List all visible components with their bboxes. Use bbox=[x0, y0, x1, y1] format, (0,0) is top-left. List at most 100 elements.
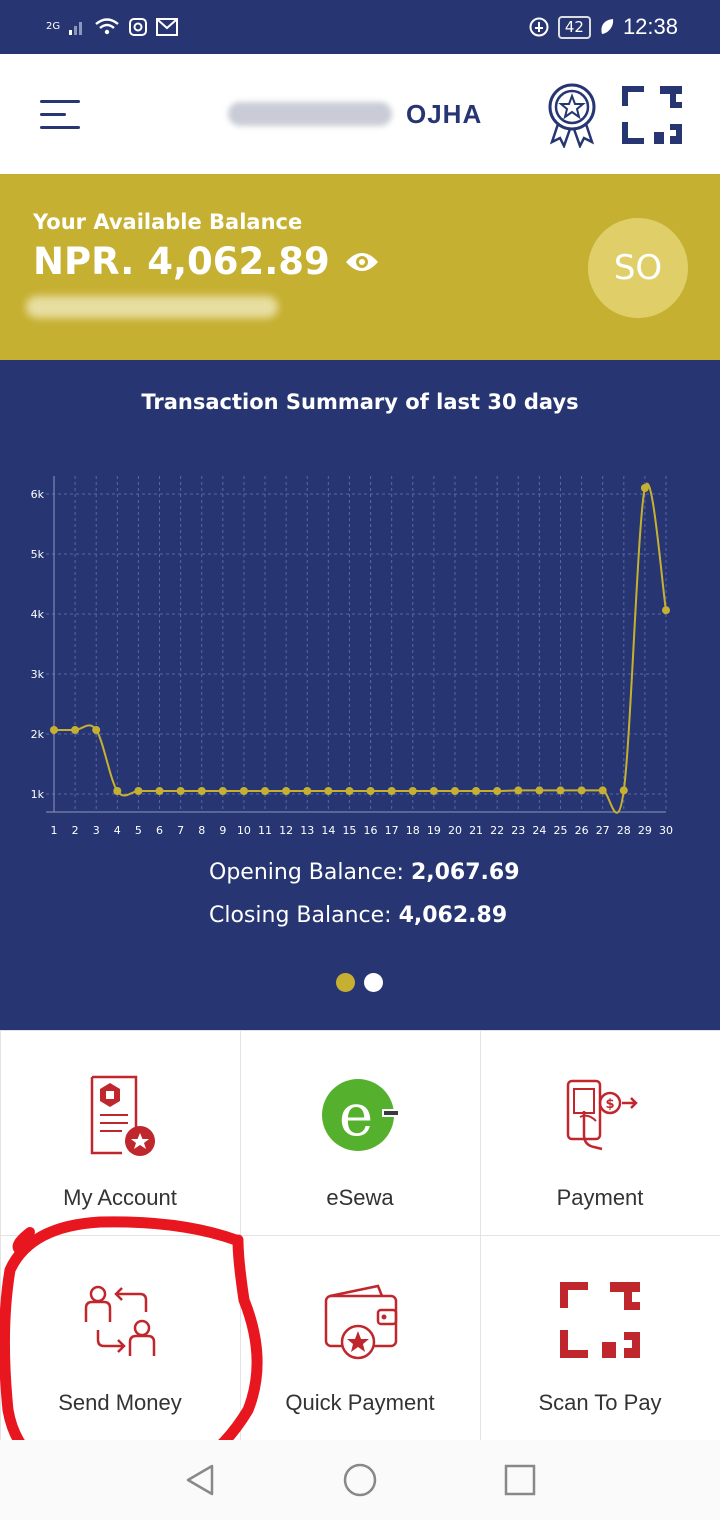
reward-badge-icon[interactable] bbox=[544, 82, 600, 148]
data-point bbox=[239, 787, 248, 795]
opening-balance-label: Opening Balance: bbox=[209, 860, 404, 885]
data-point bbox=[493, 787, 502, 795]
status-icons-left: 2G bbox=[46, 12, 179, 42]
leaf-icon bbox=[601, 19, 614, 34]
tile-payment[interactable]: $ Payment bbox=[479, 1029, 720, 1236]
menu-icon[interactable] bbox=[40, 100, 80, 130]
service-menu: My Account e eSewa $ Payment Send Money … bbox=[0, 1029, 720, 1441]
carousel-pager bbox=[336, 973, 383, 992]
clock: 12:38 bbox=[622, 14, 678, 39]
x-tick-label: 5 bbox=[135, 824, 142, 837]
tile-esewa[interactable]: e eSewa bbox=[239, 1029, 481, 1236]
pager-dot[interactable] bbox=[336, 973, 355, 992]
x-tick-label: 8 bbox=[198, 824, 205, 837]
back-icon[interactable] bbox=[182, 1462, 218, 1498]
qr-code-icon[interactable] bbox=[620, 84, 684, 146]
balance-amount: NPR. 4,062.89 bbox=[33, 240, 330, 283]
user-name: OJHA bbox=[228, 94, 482, 134]
x-tick-label: 22 bbox=[490, 824, 504, 837]
balance-card: Your Available Balance NPR. 4,062.89 SO bbox=[0, 174, 720, 360]
opening-balance: Opening Balance: 2,067.69 bbox=[209, 860, 520, 885]
x-tick-label: 30 bbox=[659, 824, 673, 837]
data-point bbox=[408, 787, 417, 795]
tile-label: Scan To Pay bbox=[538, 1389, 662, 1415]
data-point bbox=[92, 725, 101, 734]
instagram-icon bbox=[129, 18, 148, 36]
tile-label: Quick Payment bbox=[285, 1389, 435, 1415]
x-tick-label: 25 bbox=[553, 824, 567, 837]
esewa-logo-icon: e bbox=[322, 1078, 400, 1151]
closing-balance-label: Closing Balance: bbox=[209, 903, 392, 928]
data-point bbox=[345, 787, 354, 795]
tile-label: Payment bbox=[556, 1184, 644, 1210]
pager-dot[interactable] bbox=[364, 973, 383, 992]
status-bar: 2G 42 12:38 bbox=[0, 0, 720, 54]
system-nav-bar bbox=[0, 1440, 720, 1520]
data-point bbox=[303, 787, 312, 795]
data-point bbox=[662, 606, 670, 615]
data-point bbox=[598, 786, 607, 795]
redacted-first-name bbox=[228, 102, 392, 126]
data-point bbox=[640, 484, 649, 492]
data-point bbox=[218, 787, 227, 795]
x-tick-label: 21 bbox=[469, 824, 483, 837]
y-tick-label: 3k bbox=[31, 668, 45, 681]
summary-title: Transaction Summary of last 30 days bbox=[141, 390, 579, 414]
data-point bbox=[155, 787, 164, 795]
data-saver-icon bbox=[529, 17, 549, 37]
network-type: 2G bbox=[46, 21, 61, 32]
x-tick-label: 26 bbox=[575, 824, 589, 837]
data-point bbox=[577, 786, 586, 795]
data-point bbox=[429, 787, 438, 795]
home-icon[interactable] bbox=[342, 1462, 378, 1498]
tile-scan-to-pay[interactable]: Scan To Pay bbox=[479, 1234, 720, 1441]
eye-icon[interactable] bbox=[344, 249, 380, 275]
x-tick-label: 14 bbox=[321, 824, 335, 837]
status-icons-right: 42 12:38 bbox=[528, 12, 678, 42]
x-tick-label: 13 bbox=[300, 824, 314, 837]
x-tick-label: 6 bbox=[156, 824, 163, 837]
y-tick-label: 6k bbox=[31, 488, 45, 501]
data-point bbox=[619, 786, 628, 795]
closing-balance: Closing Balance: 4,062.89 bbox=[209, 903, 507, 928]
app-header: OJHA bbox=[0, 54, 720, 174]
svg-text:$: $ bbox=[605, 1097, 614, 1112]
transaction-chart: 1k2k3k4k5k6k1 2 3 4 5 6 7 8 9 10 11 12 13 14 15 16 17 18 1… bbox=[31, 476, 673, 837]
data-point bbox=[387, 787, 396, 795]
recents-icon[interactable] bbox=[502, 1462, 538, 1498]
x-tick-label: 12 bbox=[279, 824, 293, 837]
closing-balance-value: 4,062.89 bbox=[398, 903, 508, 928]
send-money-icon bbox=[84, 1285, 156, 1356]
x-tick-label: 17 bbox=[385, 824, 399, 837]
x-tick-label: 11 bbox=[258, 824, 272, 837]
x-tick-label: 16 bbox=[364, 824, 378, 837]
tile-quick-payment[interactable]: Quick Payment bbox=[239, 1234, 481, 1441]
data-point bbox=[261, 787, 270, 795]
x-tick-label: 7 bbox=[177, 824, 184, 837]
gmail-icon bbox=[156, 18, 179, 36]
battery-indicator: 42 bbox=[557, 15, 591, 39]
x-tick-label: 29 bbox=[638, 824, 652, 837]
balance-label: Your Available Balance bbox=[33, 210, 303, 234]
x-tick-label: 3 bbox=[93, 824, 100, 837]
wallet-star-icon bbox=[324, 1284, 398, 1359]
mobile-payment-icon: $ bbox=[566, 1079, 638, 1150]
tile-my-account[interactable]: My Account bbox=[0, 1029, 241, 1236]
x-tick-label: 28 bbox=[617, 824, 631, 837]
tile-label: Send Money bbox=[58, 1389, 182, 1415]
avatar[interactable]: SO bbox=[588, 218, 688, 318]
data-point bbox=[113, 787, 122, 795]
qr-scan-icon bbox=[560, 1281, 640, 1358]
redacted-account-number bbox=[26, 296, 278, 318]
signal-icon bbox=[69, 22, 83, 35]
x-tick-label: 15 bbox=[342, 824, 356, 837]
series-line bbox=[54, 482, 667, 814]
x-tick-label: 24 bbox=[532, 824, 546, 837]
data-point bbox=[134, 787, 143, 795]
y-tick-label: 4k bbox=[31, 608, 45, 621]
account-document-icon bbox=[90, 1075, 155, 1156]
data-point bbox=[556, 786, 565, 795]
x-tick-label: 27 bbox=[596, 824, 610, 837]
data-point bbox=[197, 787, 206, 795]
tile-send-money[interactable]: Send Money bbox=[0, 1234, 241, 1441]
